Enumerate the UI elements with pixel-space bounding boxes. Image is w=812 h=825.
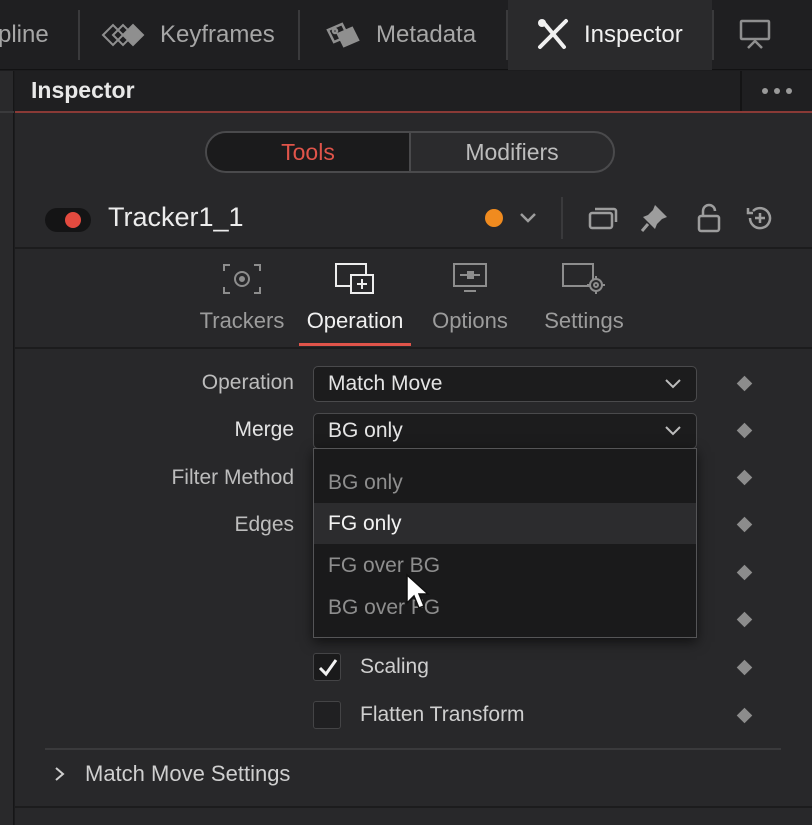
- reset-icon[interactable]: [744, 202, 776, 239]
- top-tab-strip: pline Keyframes Metadata Inspector: [0, 0, 812, 70]
- lock-icon[interactable]: [695, 202, 723, 239]
- merge-select[interactable]: BG only: [313, 413, 697, 449]
- scaling-checkbox[interactable]: [313, 653, 341, 681]
- keyframe-diamond-icon[interactable]: [736, 422, 753, 439]
- keyframe-diamond-icon[interactable]: [736, 375, 753, 392]
- merge-option-hovered[interactable]: FG only: [314, 503, 696, 544]
- node-enable-toggle[interactable]: [45, 208, 91, 232]
- tab-spline-label: pline: [0, 21, 49, 48]
- operation-label: Operation: [201, 371, 294, 394]
- tab-metadata[interactable]: Metadata: [300, 0, 506, 70]
- tab-operation-label: Operation: [306, 308, 404, 333]
- inspector-tools-icon: [534, 17, 570, 53]
- inspector-header: Inspector: [15, 71, 812, 113]
- modifiers-tab[interactable]: Modifiers: [411, 133, 613, 171]
- divider: [15, 806, 812, 808]
- node-name: Tracker1_1: [108, 202, 244, 232]
- chevron-right-icon: [55, 767, 65, 781]
- merge-label: Merge: [234, 418, 294, 441]
- keyframe-diamond-icon[interactable]: [736, 611, 753, 628]
- chevron-down-icon: [665, 379, 681, 389]
- tab-trackers[interactable]: Trackers: [197, 261, 287, 351]
- trackers-icon: [223, 264, 261, 294]
- operation-icon: [335, 263, 374, 294]
- merge-option[interactable]: BG only: [314, 462, 696, 503]
- tab-trackers-label: Trackers: [199, 308, 285, 333]
- chevron-down-icon: [665, 426, 681, 436]
- tab-settings-label: Settings: [544, 308, 624, 333]
- versions-icon[interactable]: [587, 204, 619, 237]
- tab-settings[interactable]: Settings: [539, 261, 629, 351]
- active-tab-indicator: [299, 343, 411, 346]
- more-options-icon[interactable]: [740, 71, 812, 111]
- filter-method-label: Filter Method: [171, 466, 294, 489]
- divider: [15, 247, 812, 249]
- tools-tab[interactable]: Tools: [207, 133, 411, 171]
- viewer-icon: [738, 18, 772, 52]
- match-move-settings-section[interactable]: Match Move Settings: [53, 761, 290, 787]
- tab-keyframes-label: Keyframes: [160, 21, 275, 48]
- flatten-transform-label: Flatten Transform: [360, 703, 525, 726]
- chevron-down-icon[interactable]: [517, 207, 539, 234]
- divider: [561, 197, 563, 239]
- merge-dropdown-list: BG only FG only FG over BG BG over FG: [313, 448, 697, 638]
- keyframes-icon: [100, 22, 146, 48]
- left-panel-edge: [0, 71, 14, 825]
- mouse-cursor-icon: [405, 573, 431, 616]
- tab-metadata-label: Metadata: [376, 21, 477, 48]
- operation-value: Match Move: [328, 372, 443, 395]
- keyframe-diamond-icon[interactable]: [736, 564, 753, 581]
- checkmark-icon: [318, 659, 338, 677]
- keyframe-diamond-icon[interactable]: [736, 707, 753, 724]
- tab-options[interactable]: Options: [425, 261, 515, 351]
- tab-operation[interactable]: Operation: [299, 261, 411, 351]
- inspector-panel: Inspector Tools Modifiers Tracker1_1 Tra…: [15, 71, 812, 825]
- flatten-transform-checkbox[interactable]: [313, 701, 341, 729]
- pin-icon[interactable]: [640, 202, 670, 239]
- tab-inspector-label: Inspector: [584, 21, 683, 48]
- options-icon: [453, 263, 487, 292]
- tab-options-label: Options: [432, 308, 508, 333]
- tab-viewer[interactable]: [714, 0, 812, 70]
- divider: [45, 748, 781, 750]
- tab-inspector[interactable]: Inspector: [508, 0, 712, 70]
- settings-icon: [562, 263, 605, 294]
- tab-spline[interactable]: pline: [0, 0, 78, 70]
- edges-label: Edges: [234, 513, 294, 536]
- tools-modifiers-switch: Tools Modifiers: [205, 131, 615, 173]
- metadata-tag-icon: [324, 20, 362, 50]
- merge-option[interactable]: BG over FG: [314, 587, 696, 628]
- keyframe-diamond-icon[interactable]: [736, 659, 753, 676]
- panel-title: Inspector: [31, 77, 135, 103]
- tab-keyframes[interactable]: Keyframes: [80, 0, 298, 70]
- operation-select[interactable]: Match Move: [313, 366, 697, 402]
- divider: [15, 347, 812, 349]
- merge-option[interactable]: FG over BG: [314, 545, 696, 586]
- section-label: Match Move Settings: [85, 761, 291, 786]
- keyframe-diamond-icon[interactable]: [736, 516, 753, 533]
- keyframe-diamond-icon[interactable]: [736, 469, 753, 486]
- scaling-label: Scaling: [360, 655, 429, 678]
- node-color-dot[interactable]: [485, 209, 503, 227]
- merge-value: BG only: [328, 419, 403, 442]
